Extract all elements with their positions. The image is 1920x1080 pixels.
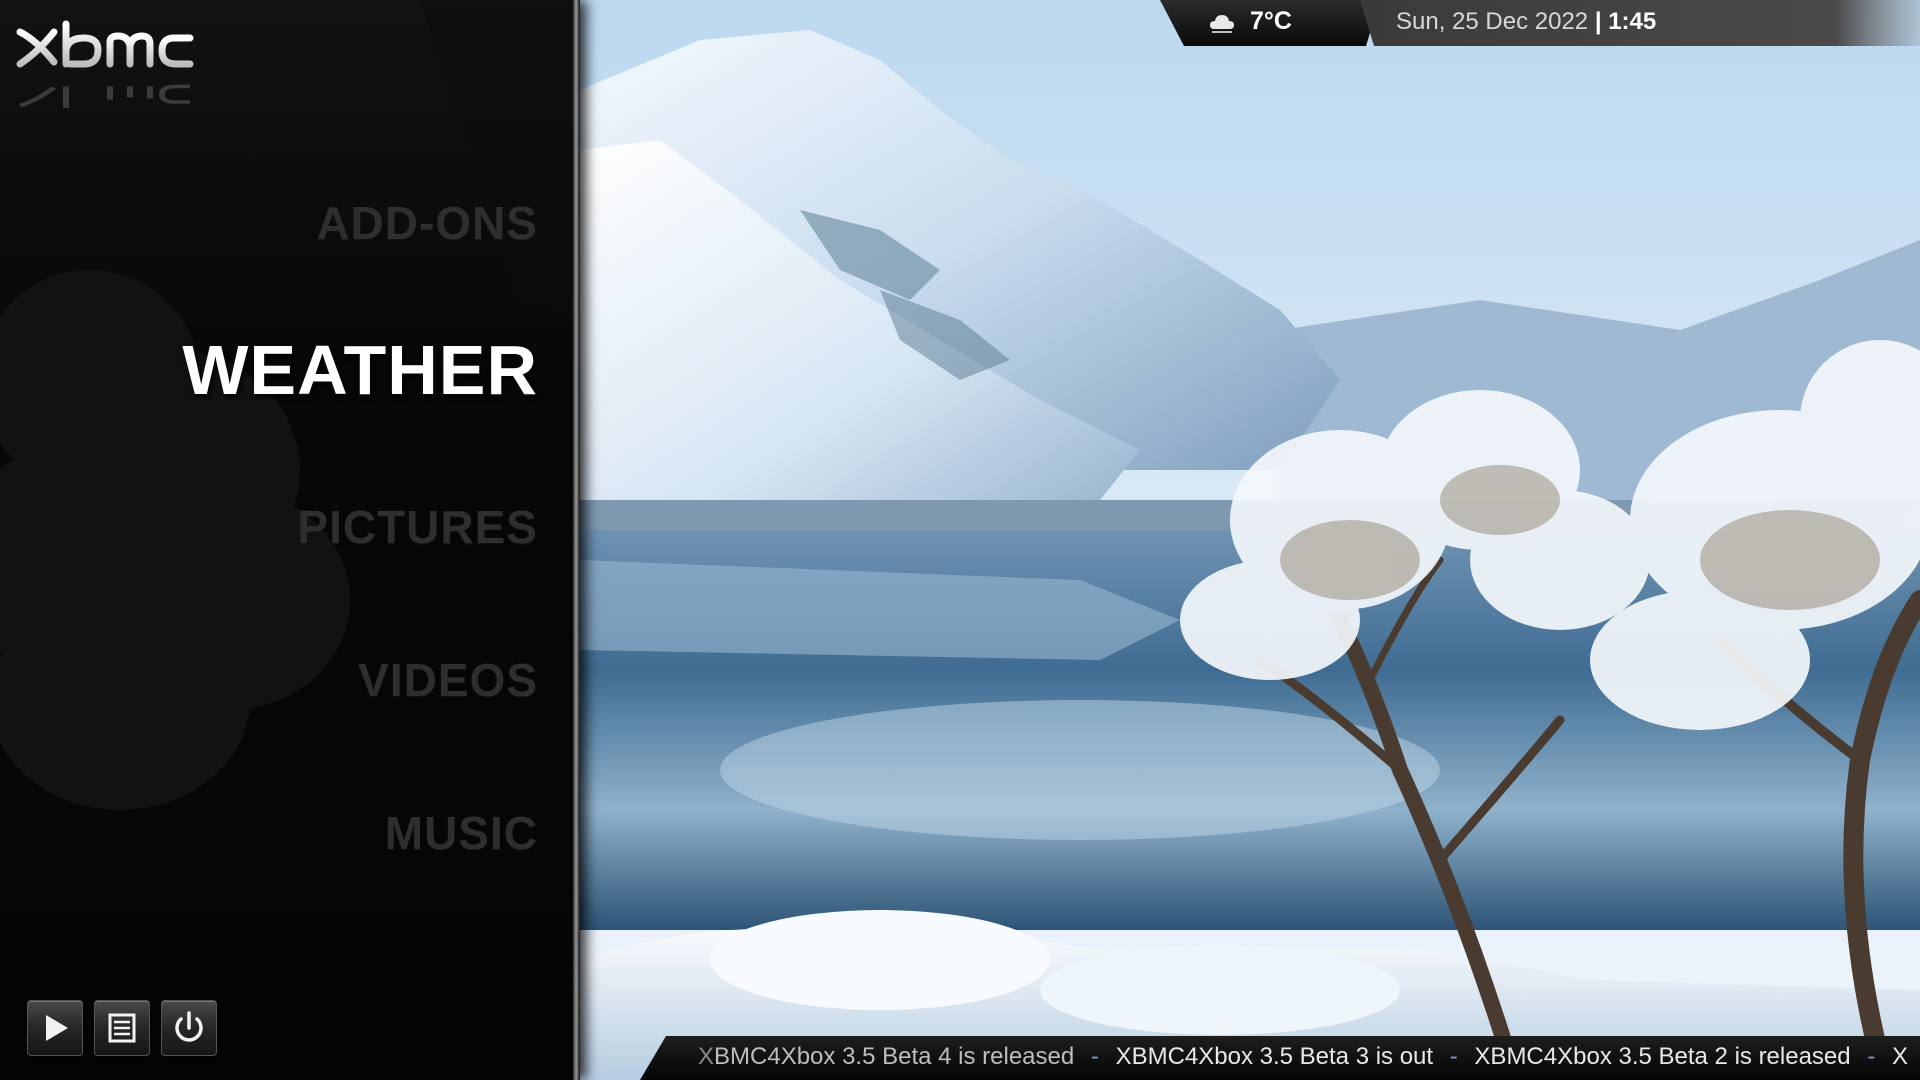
menu-item-pictures[interactable]: PICTURES	[297, 500, 538, 554]
menu-item-music[interactable]: MUSIC	[385, 806, 538, 860]
ticker-item[interactable]: XBMC4Xbox 3.5 Beta 3 is out	[1116, 1043, 1434, 1070]
panel-divider	[573, 0, 580, 1080]
power-button[interactable]	[161, 1000, 217, 1056]
ticker-item-text: BMC4Xbox 3.5 Beta 4 is released	[714, 1043, 1075, 1070]
ticker-item-prefix: X	[698, 1043, 715, 1070]
ticker-separator: -	[1090, 1043, 1099, 1070]
date-text: Sun, 25 Dec 2022	[1396, 8, 1589, 35]
status-bar: 7°C Sun, 25 Dec 2022 | 1:45	[1160, 0, 1920, 46]
xbmc-logo	[16, 20, 194, 108]
ticker-item[interactable]: XBMC4Xbox 3.5 Beta 4 is released	[698, 1043, 1074, 1070]
playlist-button[interactable]	[94, 1000, 150, 1056]
xbmc-home-screen: ADD-ONS WEATHER PICTURES VIDEOS MUSIC 7°…	[0, 0, 1920, 1080]
list-icon	[108, 1013, 136, 1043]
news-ticker-text: XBMC4Xbox 3.5 Beta 4 is released - XBMC4…	[698, 1043, 1908, 1071]
date-time-readout: Sun, 25 Dec 2022 | 1:45	[1396, 8, 1656, 36]
main-menu-panel: ADD-ONS WEATHER PICTURES VIDEOS MUSIC	[0, 0, 580, 1080]
time-text: 1:45	[1608, 8, 1657, 35]
ticker-separator: -	[1867, 1043, 1876, 1070]
background-landscape-image	[580, 0, 1920, 1080]
menu-item-addons[interactable]: ADD-ONS	[316, 196, 538, 250]
play-icon	[46, 1015, 68, 1041]
cloud-icon	[1210, 15, 1234, 33]
ticker-separator: -	[1449, 1043, 1458, 1070]
menu-item-videos[interactable]: VIDEOS	[358, 653, 538, 707]
date-time-separator: |	[1594, 8, 1602, 35]
power-icon	[175, 1011, 203, 1042]
ticker-item[interactable]: XBMC4Xbox 3.5 Beta 2 is released	[1474, 1043, 1850, 1070]
news-ticker: XBMC4Xbox 3.5 Beta 4 is released - XBMC4…	[640, 1036, 1920, 1080]
ticker-item[interactable]: X	[1892, 1043, 1908, 1070]
play-button[interactable]	[27, 1000, 83, 1056]
temperature-readout: 7°C	[1250, 7, 1292, 35]
menu-item-weather[interactable]: WEATHER	[182, 330, 538, 410]
